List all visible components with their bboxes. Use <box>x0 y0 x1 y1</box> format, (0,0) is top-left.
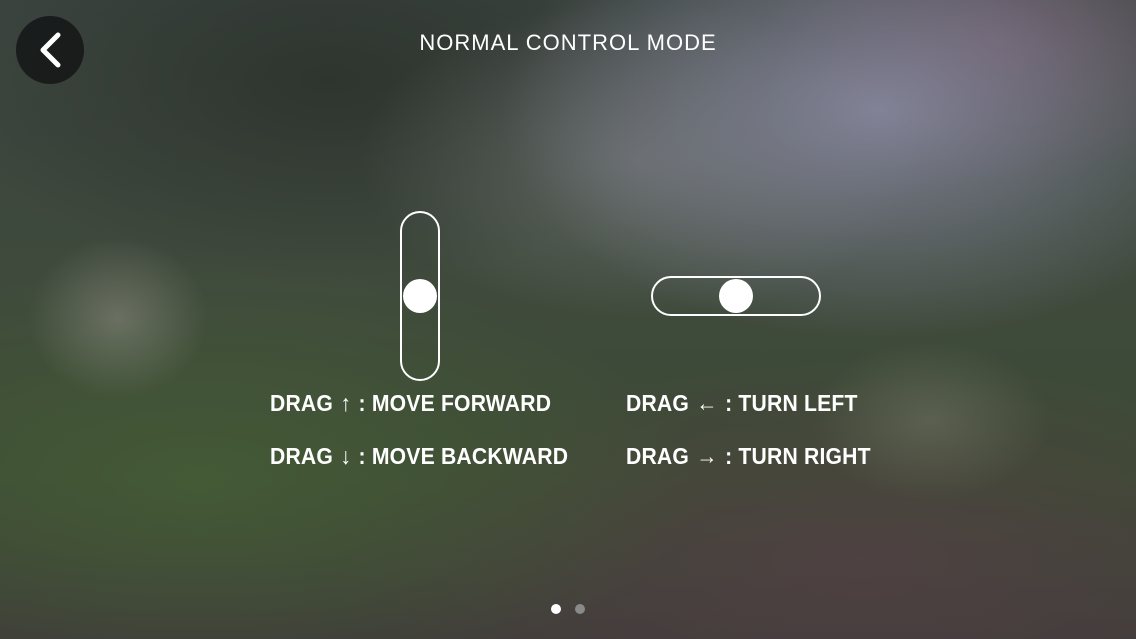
instruction-move-backward: DRAG ↓: MOVE BACKWARD <box>270 443 568 470</box>
page-dot-1[interactable] <box>551 604 561 614</box>
arrow-right-icon: → <box>696 443 718 469</box>
arrow-left-icon: ← <box>696 390 718 416</box>
instruction-prefix: DRAG <box>626 443 690 469</box>
horizontal-joystick-slider[interactable] <box>651 276 821 316</box>
instruction-turn-right: DRAG → : TURN RIGHT <box>626 443 871 470</box>
instruction-prefix: DRAG <box>270 443 334 469</box>
vertical-slider-knob[interactable] <box>403 279 437 313</box>
instruction-prefix: DRAG <box>626 390 690 416</box>
arrow-down-icon: ↓ <box>340 443 352 469</box>
instruction-prefix: DRAG <box>270 390 334 416</box>
horizontal-slider-knob[interactable] <box>719 279 753 313</box>
instruction-text: : TURN LEFT <box>725 390 858 416</box>
instruction-turn-left: DRAG ← : TURN LEFT <box>626 390 858 417</box>
instruction-text: : MOVE FORWARD <box>358 390 552 416</box>
instruction-text: : TURN RIGHT <box>725 443 871 469</box>
page-title: NORMAL CONTROL MODE <box>419 30 717 55</box>
instruction-move-forward: DRAG ↑: MOVE FORWARD <box>270 390 551 417</box>
arrow-up-icon: ↑ <box>340 390 352 416</box>
blurred-camera-background <box>0 0 1136 639</box>
vertical-joystick-slider[interactable] <box>400 211 440 381</box>
page-indicator <box>0 604 1136 614</box>
instruction-text: : MOVE BACKWARD <box>358 443 569 469</box>
page-dot-2[interactable] <box>575 604 585 614</box>
